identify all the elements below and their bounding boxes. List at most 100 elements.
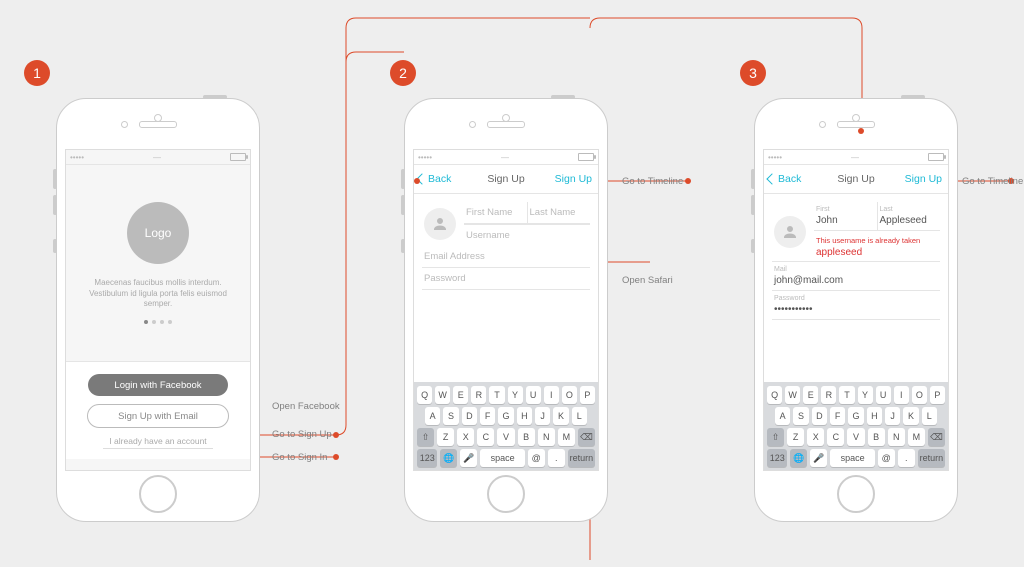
key-z[interactable]: Z	[437, 428, 454, 446]
key-c[interactable]: C	[477, 428, 494, 446]
key-t[interactable]: T	[839, 386, 854, 404]
key-🌐[interactable]: 🌐	[440, 449, 457, 467]
key-u[interactable]: U	[876, 386, 891, 404]
key-.[interactable]: .	[548, 449, 565, 467]
key-s[interactable]: S	[793, 407, 808, 425]
key-h[interactable]: H	[867, 407, 882, 425]
key-⇧[interactable]: ⇧	[417, 428, 434, 446]
key-p[interactable]: P	[580, 386, 595, 404]
key-123[interactable]: 123	[767, 449, 787, 467]
key-y[interactable]: Y	[858, 386, 873, 404]
key-j[interactable]: J	[535, 407, 550, 425]
key-o[interactable]: O	[912, 386, 927, 404]
home-button[interactable]	[487, 475, 525, 513]
first-name-field[interactable]: First John	[814, 202, 877, 230]
key-k[interactable]: K	[903, 407, 918, 425]
submit-signup-button[interactable]: Sign Up	[905, 173, 942, 185]
last-name-field[interactable]: Last Name	[527, 202, 591, 224]
home-button[interactable]	[139, 475, 177, 513]
password-field[interactable]: Password •••••••••••	[772, 291, 940, 320]
key-🎤[interactable]: 🎤	[810, 449, 827, 467]
key-r[interactable]: R	[471, 386, 486, 404]
key-q[interactable]: Q	[767, 386, 782, 404]
key-@[interactable]: @	[528, 449, 545, 467]
username-field[interactable]: Username	[464, 225, 590, 246]
already-have-account-link[interactable]: I already have an account	[103, 436, 212, 449]
key-x[interactable]: X	[807, 428, 824, 446]
key-return[interactable]: return	[918, 449, 945, 467]
battery-icon	[928, 153, 944, 161]
key-y[interactable]: Y	[508, 386, 523, 404]
username-field[interactable]: This username is already taken appleseed	[814, 231, 940, 261]
signup-email-button[interactable]: Sign Up with Email	[87, 404, 229, 428]
key-u[interactable]: U	[526, 386, 541, 404]
key-w[interactable]: W	[435, 386, 450, 404]
avatar-placeholder[interactable]	[774, 216, 806, 248]
key-@[interactable]: @	[878, 449, 895, 467]
key-v[interactable]: V	[847, 428, 864, 446]
key-f[interactable]: F	[480, 407, 495, 425]
key-g[interactable]: G	[848, 407, 863, 425]
earpiece	[487, 121, 525, 128]
key-x[interactable]: X	[457, 428, 474, 446]
key-v[interactable]: V	[497, 428, 514, 446]
key-⌫[interactable]: ⌫	[928, 428, 945, 446]
last-name-field[interactable]: Last Appleseed	[877, 202, 941, 230]
key-o[interactable]: O	[562, 386, 577, 404]
key-j[interactable]: J	[885, 407, 900, 425]
keyboard[interactable]: QWERTYUIOP ASDFGHJKL ⇧ZXCVBNM⌫ 123🌐🎤spac…	[414, 382, 598, 470]
back-label: Back	[778, 173, 801, 185]
key-r[interactable]: R	[821, 386, 836, 404]
screen: •••••— Back Sign Up Sign Up	[763, 149, 949, 471]
key-l[interactable]: L	[922, 407, 937, 425]
key-c[interactable]: C	[827, 428, 844, 446]
key-i[interactable]: I	[894, 386, 909, 404]
key-f[interactable]: F	[830, 407, 845, 425]
key-k[interactable]: K	[553, 407, 568, 425]
key-n[interactable]: N	[888, 428, 905, 446]
key-e[interactable]: E	[453, 386, 468, 404]
key-l[interactable]: L	[572, 407, 587, 425]
email-field[interactable]: Mail john@mail.com	[772, 261, 940, 291]
key-⇧[interactable]: ⇧	[767, 428, 784, 446]
volume-button	[53, 169, 57, 189]
key-⌫[interactable]: ⌫	[578, 428, 595, 446]
key-🌐[interactable]: 🌐	[790, 449, 807, 467]
key-w[interactable]: W	[785, 386, 800, 404]
key-b[interactable]: B	[518, 428, 535, 446]
key-e[interactable]: E	[803, 386, 818, 404]
first-name-field[interactable]: First Name	[464, 202, 527, 224]
key-a[interactable]: A	[775, 407, 790, 425]
key-p[interactable]: P	[930, 386, 945, 404]
login-facebook-button[interactable]: Login with Facebook	[88, 374, 228, 396]
key-z[interactable]: Z	[787, 428, 804, 446]
key-t[interactable]: T	[489, 386, 504, 404]
key-.[interactable]: .	[898, 449, 915, 467]
password-field[interactable]: Password	[422, 268, 590, 290]
key-space[interactable]: space	[830, 449, 874, 467]
key-q[interactable]: Q	[417, 386, 432, 404]
signup-form: First Name Last Name Username Email Addr…	[414, 194, 598, 298]
key-a[interactable]: A	[425, 407, 440, 425]
key-🎤[interactable]: 🎤	[460, 449, 477, 467]
avatar-placeholder[interactable]	[424, 208, 456, 240]
email-field[interactable]: Email Address	[422, 246, 590, 268]
key-s[interactable]: S	[443, 407, 458, 425]
back-button[interactable]: Back	[768, 173, 801, 185]
key-m[interactable]: M	[558, 428, 575, 446]
key-i[interactable]: I	[544, 386, 559, 404]
key-d[interactable]: D	[812, 407, 827, 425]
back-button[interactable]: Back	[418, 173, 451, 185]
key-g[interactable]: G	[498, 407, 513, 425]
home-button[interactable]	[837, 475, 875, 513]
key-m[interactable]: M	[908, 428, 925, 446]
key-space[interactable]: space	[480, 449, 524, 467]
key-d[interactable]: D	[462, 407, 477, 425]
keyboard[interactable]: QWERTYUIOP ASDFGHJKL ⇧ZXCVBNM⌫ 123🌐🎤spac…	[764, 382, 948, 470]
key-b[interactable]: B	[868, 428, 885, 446]
submit-signup-button[interactable]: Sign Up	[555, 173, 592, 185]
key-n[interactable]: N	[538, 428, 555, 446]
key-return[interactable]: return	[568, 449, 595, 467]
key-h[interactable]: H	[517, 407, 532, 425]
key-123[interactable]: 123	[417, 449, 437, 467]
